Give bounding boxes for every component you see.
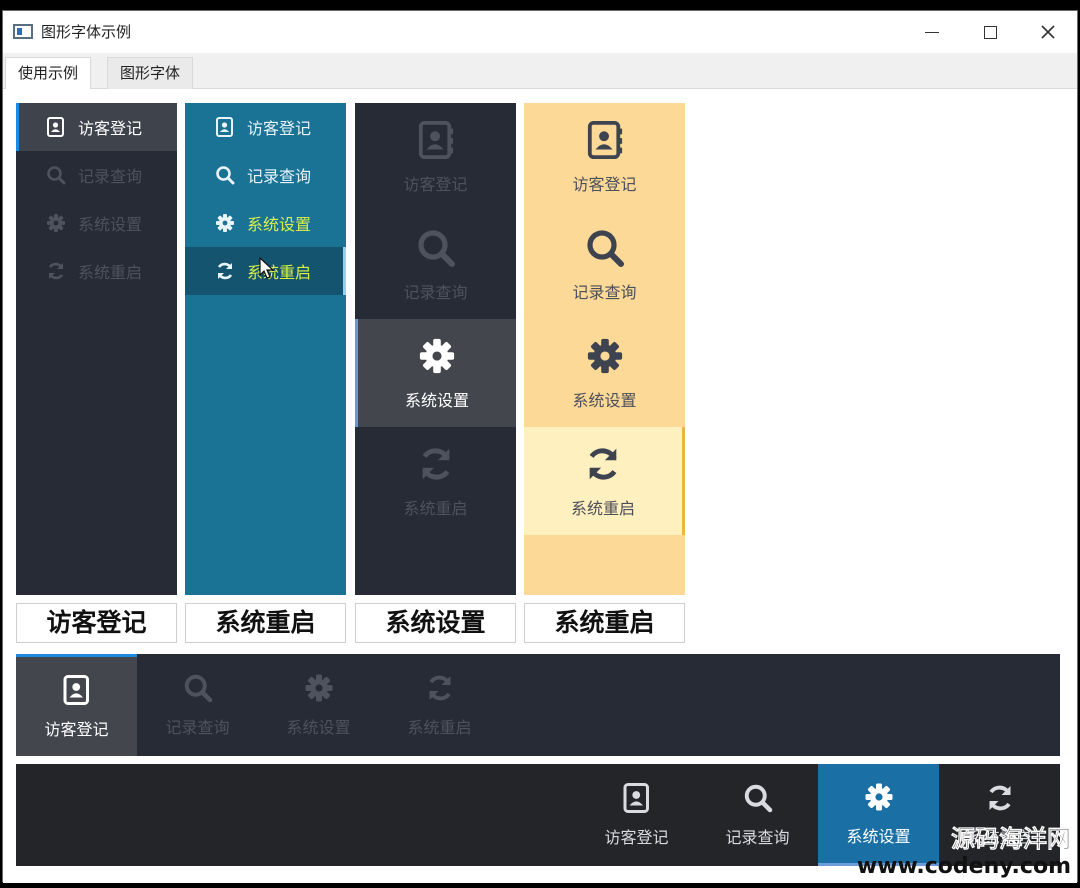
nav-panel-dark-tiles: 访客登记 记录查询 系统设置 系统重启 (355, 103, 516, 595)
gear-icon (863, 781, 895, 813)
minimize-icon (925, 31, 939, 33)
nav-tile-visitor[interactable]: 访客登记 (524, 103, 685, 211)
nav-label: 系统设置 (404, 391, 469, 410)
nav-bar-item-settings[interactable]: 系统设置 (258, 654, 379, 756)
nav-item-visitor[interactable]: 访客登记 (16, 103, 177, 151)
selected-label-1: 访客登记 (16, 603, 177, 643)
nav-label: 访客登记 (78, 119, 143, 138)
address-book-icon (215, 117, 235, 137)
nav-item-restart[interactable]: 系统重启 (185, 247, 346, 295)
search-icon (215, 165, 235, 185)
maximize-button[interactable] (961, 11, 1019, 53)
mouse-cursor-icon (259, 257, 275, 279)
refresh-icon (415, 443, 457, 485)
nav-label: 访客登记 (572, 175, 637, 194)
search-icon (415, 227, 457, 269)
nav-label: 系统设置 (78, 215, 143, 234)
gear-icon (584, 335, 626, 377)
tab-icon-font[interactable]: 图形字体 (107, 57, 194, 90)
tab-content: 访客登记 记录查询 系统设置 系统重启 访客登记 记录查询 系统设置 系统重启 … (3, 89, 1077, 883)
nav-tile-query[interactable]: 记录查询 (524, 211, 685, 319)
nav-tile-query[interactable]: 记录查询 (355, 211, 516, 319)
watermark-line2: www.codeny.com (856, 854, 1071, 879)
search-icon (584, 227, 626, 269)
address-book-icon (415, 119, 457, 161)
nav-label: 访客登记 (403, 175, 468, 194)
nav-label: 记录查询 (725, 828, 790, 847)
gear-icon (46, 213, 66, 233)
selected-label-2: 系统重启 (185, 603, 346, 643)
nav-label: 记录查询 (165, 718, 230, 737)
nav-label: 访客登记 (44, 719, 109, 739)
nav-panel-blue-list: 访客登记 记录查询 系统设置 系统重启 (185, 103, 346, 595)
minimize-button[interactable] (903, 11, 961, 53)
nav-label: 访客登记 (604, 828, 669, 847)
nav-label: 记录查询 (572, 283, 637, 302)
nav-label: 系统设置 (572, 391, 637, 410)
nav-item-settings[interactable]: 系统设置 (185, 199, 346, 247)
refresh-icon (424, 672, 456, 704)
nav-label: 访客登记 (247, 119, 312, 138)
tab-bar: 使用示例 图形字体 (3, 53, 1077, 90)
address-book-icon (46, 117, 66, 137)
refresh-icon (582, 443, 624, 485)
title-bar: 图形字体示例 (3, 11, 1077, 53)
address-book-icon (61, 674, 93, 706)
search-icon (182, 672, 214, 704)
nav-item-query[interactable]: 记录查询 (185, 151, 346, 199)
nav-label: 系统重启 (403, 499, 468, 518)
nav-item-query[interactable]: 记录查询 (16, 151, 177, 199)
nav-tile-settings[interactable]: 系统设置 (355, 319, 516, 427)
address-book-icon (621, 782, 653, 814)
nav-label: 系统重启 (78, 263, 143, 282)
close-button[interactable] (1019, 11, 1077, 53)
nav-tile-restart[interactable]: 系统重启 (355, 427, 516, 535)
window-title: 图形字体示例 (41, 23, 132, 41)
nav-bar-item-restart[interactable]: 系统重启 (379, 654, 500, 756)
nav-item-restart[interactable]: 系统重启 (16, 247, 177, 295)
nav-label: 记录查询 (247, 167, 312, 186)
selected-label-3: 系统设置 (355, 603, 516, 643)
gear-icon (215, 213, 235, 233)
watermark-line1: 源码海洋网 (951, 825, 1072, 854)
nav-label: 系统重启 (407, 718, 472, 737)
nav-tile-visitor[interactable]: 访客登记 (355, 103, 516, 211)
address-book-icon (584, 119, 626, 161)
nav-label: 记录查询 (78, 167, 143, 186)
nav-label: 记录查询 (403, 283, 468, 302)
app-icon (13, 24, 33, 39)
nav-label: 系统重启 (570, 499, 635, 518)
nav-bar-item-query[interactable]: 记录查询 (697, 764, 818, 866)
refresh-icon (46, 261, 66, 281)
nav-bar-item-query[interactable]: 记录查询 (137, 654, 258, 756)
close-icon (1041, 25, 1055, 39)
maximize-icon (983, 25, 997, 39)
gear-icon (303, 672, 335, 704)
nav-item-visitor[interactable]: 访客登记 (185, 103, 346, 151)
nav-label: 系统设置 (247, 215, 312, 234)
selected-label-4: 系统重启 (524, 603, 685, 643)
nav-bar-left: 访客登记 记录查询 系统设置 系统重启 (16, 654, 1060, 756)
tab-usage-example[interactable]: 使用示例 (5, 57, 92, 90)
nav-tile-settings[interactable]: 系统设置 (524, 319, 685, 427)
nav-bar-item-visitor[interactable]: 访客登记 (16, 654, 137, 756)
nav-tile-restart[interactable]: 系统重启 (524, 427, 685, 535)
refresh-icon (215, 261, 235, 281)
watermark: 源码海洋网 www.codeny.com (857, 819, 1071, 879)
app-window: 图形字体示例 使用示例 图形字体 访客登记 记录查询 系统设置 系统重启 访客登… (2, 10, 1078, 883)
nav-item-settings[interactable]: 系统设置 (16, 199, 177, 247)
nav-label: 系统重启 (247, 263, 312, 282)
nav-panel-yellow-tiles: 访客登记 记录查询 系统设置 系统重启 (524, 103, 685, 595)
search-icon (742, 782, 774, 814)
search-icon (46, 165, 66, 185)
nav-bar-item-visitor[interactable]: 访客登记 (576, 764, 697, 866)
nav-label: 系统设置 (286, 718, 351, 737)
gear-icon (416, 335, 458, 377)
refresh-icon (984, 782, 1016, 814)
nav-panel-dark-list: 访客登记 记录查询 系统设置 系统重启 (16, 103, 177, 595)
